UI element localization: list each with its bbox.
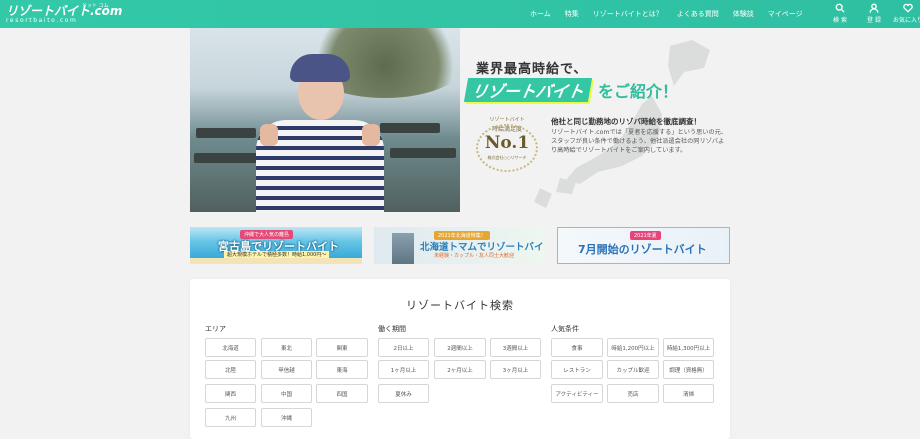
area-option[interactable]: 北海道 <box>205 338 256 357</box>
favorites-button[interactable]: お気に入り <box>891 3 920 24</box>
area-option[interactable]: 東海 <box>316 360 368 379</box>
satisfaction-badge: リゾートバイト 時給満足度 No.1 株式会社○○リサーチ <box>476 116 538 176</box>
condition-option[interactable]: カップル歓迎 <box>607 360 659 379</box>
favorites-button-label: お気に入り <box>892 17 920 24</box>
condition-option[interactable]: 時給1,300円以上 <box>663 338 714 357</box>
banner-miyakojima[interactable]: 沖縄で大人気の離島 宮古島でリゾートバイト 超大規模ホテルで積極多数！時給1,0… <box>190 227 362 264</box>
photo-thumb-right <box>362 124 380 146</box>
banner-title: 7月開始のリゾートバイト <box>578 243 707 256</box>
banner-tomamu[interactable]: 2021年北海道特集！ 北海道トマムでリゾートバイト 未経験・カップル・友人同士… <box>374 227 546 264</box>
photo-person-hat <box>290 54 350 82</box>
condition-option[interactable]: 売店 <box>607 384 659 403</box>
condition-option[interactable]: 清掃 <box>663 384 714 403</box>
search-panel-title: リゾートバイト検索 <box>406 299 514 312</box>
hero-subtitle: 他社と同じ勤務地のリゾバ時給を徹底調査！ <box>551 117 701 126</box>
hero-section: 業界最高時給で、 リゾートバイト をご紹介！ リゾートバイト 時給満足度 No.1… <box>190 28 730 212</box>
period-option[interactable]: 夏休み <box>378 384 429 403</box>
area-option[interactable]: 中国 <box>261 384 312 403</box>
area-option[interactable]: 関西 <box>205 384 256 403</box>
site-header: リゾートバイト.com ドット コム resortbaito.com ホーム 特… <box>0 0 920 28</box>
feature-banners: 沖縄で大人気の離島 宮古島でリゾートバイト 超大規模ホテルで積極多数！時給1,0… <box>190 227 730 264</box>
hero-headline: 業界最高時給で、 <box>476 62 588 77</box>
area-option[interactable]: 北陸 <box>205 360 256 379</box>
photo-table <box>196 128 256 138</box>
badge-line1: リゾートバイト <box>489 117 525 123</box>
heart-icon <box>903 3 913 13</box>
area-option[interactable]: 関東 <box>316 338 368 357</box>
logo-domain: resortbaito.com <box>6 17 78 24</box>
conditions-label: 人気条件 <box>551 325 579 333</box>
banner-beach-graphic <box>190 258 362 264</box>
hero-headline-rest: をご紹介！ <box>598 82 679 101</box>
condition-option[interactable]: 食事 <box>551 338 603 357</box>
hero-photo <box>190 28 470 212</box>
area-label: エリア <box>205 325 226 333</box>
area-option[interactable]: 沖縄 <box>261 408 312 427</box>
banner-subtitle: 未経験・カップル・友人同士大歓迎 <box>434 253 515 259</box>
main-nav: ホーム 特集 リゾートバイトとは？ よくある質問 体験談 マイページ <box>530 0 817 28</box>
banner-tag: 2021年夏 <box>630 231 661 240</box>
search-panel: リゾートバイト検索 エリア 北海道 東北 関東 北陸 甲信越 東海 関西 中国 … <box>190 279 730 439</box>
nav-stories[interactable]: 体験談 <box>733 9 754 19</box>
register-button[interactable]: 登 録 <box>857 3 891 24</box>
header-actions: 検 索 登 録 お気に入り <box>823 3 920 24</box>
nav-faq[interactable]: よくある質問 <box>677 9 719 19</box>
banner-july-start[interactable]: 2021年夏 7月開始のリゾートバイト <box>557 227 730 264</box>
banner-subtitle: 超大規模ホテルで積極多数！時給1,000円〜 <box>224 251 330 258</box>
area-option[interactable]: 甲信越 <box>261 360 312 379</box>
nav-about[interactable]: リゾートバイトとは？ <box>593 9 663 19</box>
condition-option[interactable]: 調理（資格無） <box>663 360 714 379</box>
hero-headline-2: リゾートバイト をご紹介！ <box>463 78 679 102</box>
area-option[interactable]: 九州 <box>205 408 256 427</box>
photo-table <box>194 153 264 163</box>
photo-table <box>390 148 456 158</box>
area-option[interactable]: 四国 <box>316 384 368 403</box>
nav-home[interactable]: ホーム <box>530 9 551 19</box>
user-icon <box>869 3 879 13</box>
period-label: 働く期間 <box>378 325 406 333</box>
area-option[interactable]: 東北 <box>261 338 312 357</box>
search-button-label: 検 索 <box>833 17 847 24</box>
banner-title: 北海道トマムでリゾートバイト <box>420 242 546 253</box>
condition-option[interactable]: 時給1,200円以上 <box>607 338 659 357</box>
laurel-icon <box>476 124 538 172</box>
hero-description: リゾートバイト.comでは「夏者を応援する」という思いの元、スタッフが良い条件で… <box>551 129 728 154</box>
period-option[interactable]: 3ヶ月以上 <box>490 360 541 379</box>
site-logo[interactable]: リゾートバイト.com ドット コム resortbaito.com <box>6 2 122 26</box>
condition-option[interactable]: レストラン <box>551 360 603 379</box>
nav-mypage[interactable]: マイページ <box>768 9 803 19</box>
register-button-label: 登 録 <box>867 17 881 24</box>
photo-thumb-left <box>260 124 278 146</box>
search-icon <box>835 3 845 13</box>
photo-table <box>380 123 440 133</box>
banner-building-graphic <box>392 233 414 264</box>
period-option[interactable]: 2週間以上 <box>434 338 486 357</box>
hero-brand-highlight: リゾートバイト <box>463 78 593 102</box>
period-option[interactable]: 3週間以上 <box>490 338 541 357</box>
period-option[interactable]: 2日以上 <box>378 338 429 357</box>
logo-ruby-text: ドット コム <box>82 3 109 9</box>
period-option[interactable]: 1ヶ月以上 <box>378 360 429 379</box>
search-button[interactable]: 検 索 <box>823 3 857 24</box>
nav-features[interactable]: 特集 <box>565 9 579 19</box>
condition-option[interactable]: アクティビティー <box>551 384 603 403</box>
period-option[interactable]: 2ヶ月以上 <box>434 360 486 379</box>
